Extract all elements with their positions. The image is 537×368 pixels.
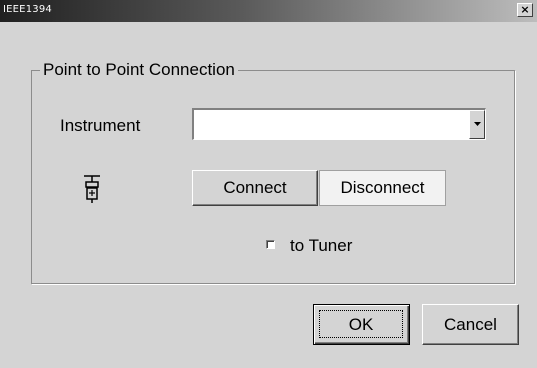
ok-button[interactable]: OK <box>313 304 410 345</box>
groupbox-label: Point to Point Connection <box>40 60 238 80</box>
instrument-label: Instrument <box>60 116 141 135</box>
to-tuner-label: to Tuner <box>290 236 353 255</box>
close-button[interactable]: × <box>517 3 533 17</box>
window-title: IEEE1394 <box>3 4 52 15</box>
to-tuner-checkbox[interactable] <box>266 240 275 249</box>
close-icon: × <box>520 3 530 16</box>
ok-label: OK <box>319 310 403 338</box>
title-bar: IEEE1394 × <box>0 0 537 22</box>
plug-icon <box>84 175 100 203</box>
cancel-button[interactable]: Cancel <box>422 304 519 345</box>
connect-button[interactable]: Connect <box>192 170 318 206</box>
instrument-dropdown[interactable] <box>192 108 486 140</box>
dropdown-arrow-button[interactable] <box>469 110 485 139</box>
disconnect-button[interactable]: Disconnect <box>319 170 446 206</box>
chevron-down-icon <box>474 122 481 126</box>
